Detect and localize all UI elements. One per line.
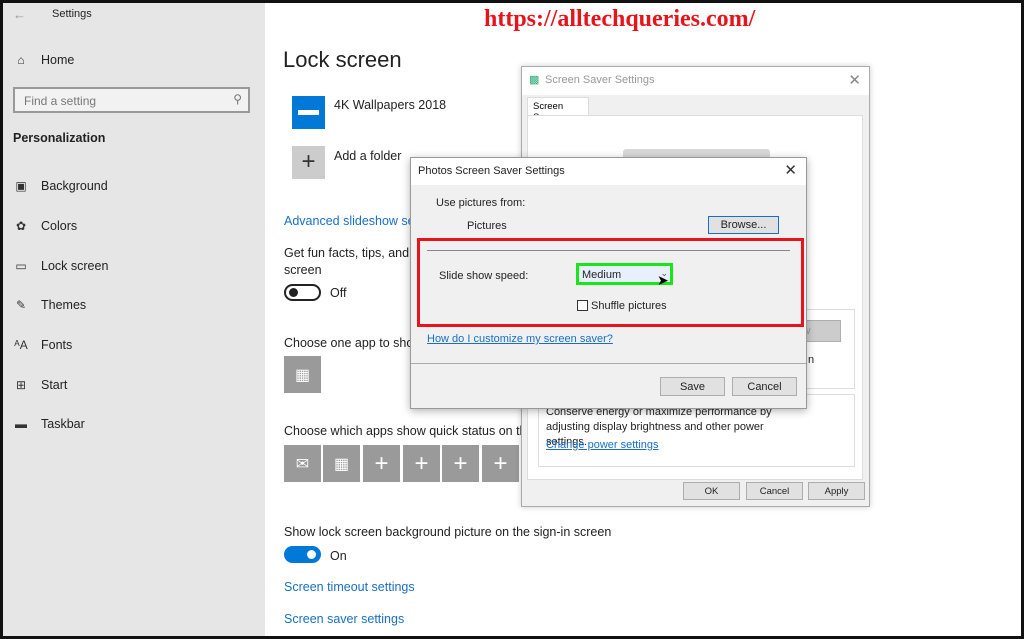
image-border xyxy=(0,0,1024,639)
